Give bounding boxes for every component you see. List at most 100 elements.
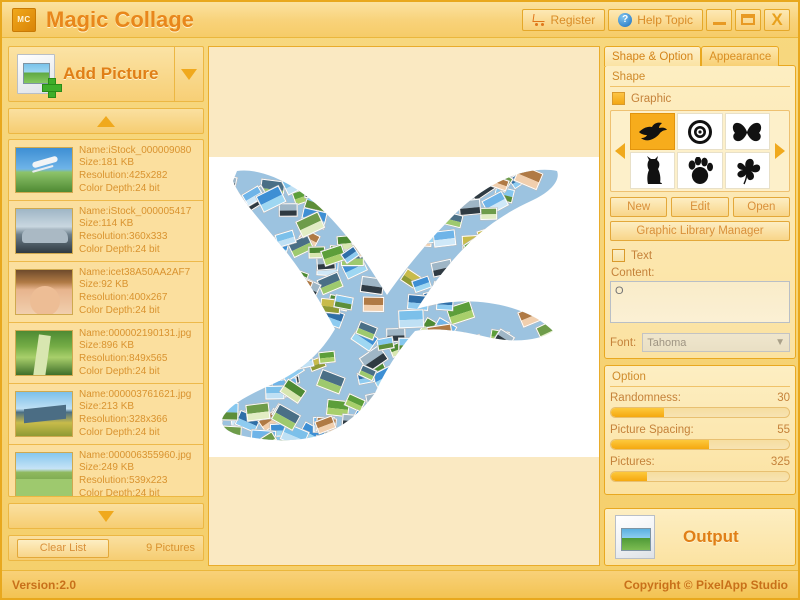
graphic-checkbox[interactable] <box>612 92 625 105</box>
pictures-slider[interactable] <box>610 471 790 482</box>
list-item-meta: Name:000006355960.jpg Size:249 KB Resolu… <box>79 449 192 496</box>
font-label: Font: <box>610 336 637 349</box>
right-arrow-icon <box>775 143 785 159</box>
option-group-title: Option <box>610 370 790 387</box>
graphic-checkbox-row[interactable]: Graphic <box>612 92 790 105</box>
minimize-icon <box>712 21 726 25</box>
graphic-library-manager-button[interactable]: Graphic Library Manager <box>610 221 790 241</box>
randomness-slider[interactable] <box>610 407 790 418</box>
graphic-clover[interactable] <box>724 152 770 189</box>
file-size: Size:181 KB <box>79 157 135 169</box>
list-item[interactable]: Name:000002190131.jpg Size:896 KB Resolu… <box>9 323 203 384</box>
file-color-depth: Color Depth:24 bit <box>79 182 160 194</box>
clear-list-button[interactable]: Clear List <box>17 538 109 558</box>
picture-list[interactable]: Name:iStock_000009080 Size:181 KB Resolu… <box>8 139 204 497</box>
text-checkbox[interactable] <box>612 249 625 262</box>
collage-canvas[interactable] <box>208 46 600 566</box>
bird-icon <box>638 122 667 140</box>
edit-graphic-button[interactable]: Edit <box>671 197 729 217</box>
chevron-down-icon <box>181 68 197 80</box>
graphic-paw-print[interactable] <box>677 152 723 189</box>
file-name: Name:000003761621.jpg <box>79 388 192 400</box>
help-topic-button[interactable]: ? Help Topic <box>608 8 703 31</box>
file-size: Size:213 KB <box>79 401 135 413</box>
file-color-depth: Color Depth:24 bit <box>79 365 160 377</box>
cart-icon <box>532 14 546 26</box>
list-item[interactable]: Name:icet38A50AA2AF7 Size:92 KB Resoluti… <box>9 262 203 323</box>
register-button[interactable]: Register <box>521 8 606 31</box>
graphic-butterfly[interactable] <box>724 113 770 150</box>
target-icon <box>687 119 712 144</box>
output-button[interactable]: Output <box>604 508 796 566</box>
thumbnail <box>15 452 73 496</box>
add-picture-label: Add Picture <box>63 64 159 83</box>
add-picture-row: Add Picture <box>8 46 204 102</box>
file-color-depth: Color Depth:24 bit <box>79 304 160 316</box>
list-footer: Clear List 9 Pictures <box>8 535 204 561</box>
minimize-button[interactable] <box>706 8 732 31</box>
tab-appearance[interactable]: Appearance <box>701 46 780 66</box>
file-name: Name:icet38A50AA2AF7 <box>79 266 191 278</box>
file-name: Name:iStock_000009080 <box>79 144 192 156</box>
picture-spacing-label: Picture Spacing: <box>610 424 694 436</box>
gallery-prev-button[interactable] <box>611 143 629 159</box>
file-color-depth: Color Depth:24 bit <box>79 243 160 255</box>
picture-icon <box>17 54 62 98</box>
list-scroll-down-button[interactable] <box>8 503 204 529</box>
content-label: Content: <box>611 267 655 279</box>
plus-icon <box>42 78 62 98</box>
help-topic-label: Help Topic <box>637 12 693 27</box>
version-label: Version:2.0 <box>12 577 77 592</box>
graphic-target[interactable] <box>677 113 723 150</box>
text-checkbox-row[interactable]: Text <box>612 249 790 262</box>
list-item[interactable]: Name:iStock_000005417 Size:114 KB Resolu… <box>9 201 203 262</box>
picture-spacing-value: 55 <box>777 424 790 436</box>
graphic-bird[interactable] <box>630 113 676 150</box>
file-resolution: Resolution:328x366 <box>79 414 168 425</box>
shape-group-title: Shape <box>610 70 790 87</box>
open-graphic-button[interactable]: Open <box>732 197 790 217</box>
file-resolution: Resolution:849x565 <box>79 353 168 364</box>
list-item[interactable]: Name:000003761621.jpg Size:213 KB Resolu… <box>9 384 203 445</box>
clover-icon <box>737 158 761 184</box>
font-row: Font: Tahoma ▼ <box>610 333 790 352</box>
content-input[interactable] <box>610 281 790 323</box>
graphic-cat[interactable] <box>630 152 676 189</box>
graphic-action-buttons: New Edit Open <box>610 197 790 217</box>
new-graphic-button[interactable]: New <box>610 197 668 217</box>
copyright-label: Copyright © PixelApp Studio <box>623 577 788 592</box>
file-name: Name:iStock_000005417 <box>79 205 192 217</box>
arrow-up-icon <box>97 115 115 127</box>
list-scroll-up-button[interactable] <box>8 108 204 134</box>
list-item[interactable]: Name:iStock_000009080 Size:181 KB Resolu… <box>9 140 203 201</box>
maximize-button[interactable] <box>735 8 761 31</box>
add-picture-dropdown-button[interactable] <box>175 47 203 101</box>
title-bar-buttons: Register ? Help Topic X <box>521 8 799 31</box>
font-select[interactable]: Tahoma ▼ <box>642 333 790 352</box>
randomness-value: 30 <box>777 392 790 404</box>
file-name: Name:000006355960.jpg <box>79 449 192 461</box>
paw-print-icon <box>688 156 713 184</box>
list-item[interactable]: Name:000006355960.jpg Size:249 KB Resolu… <box>9 445 203 496</box>
register-label: Register <box>550 12 596 27</box>
close-button[interactable]: X <box>764 8 790 31</box>
text-label: Text <box>631 249 653 262</box>
file-size: Size:249 KB <box>79 462 135 474</box>
picture-spacing-slider[interactable] <box>610 439 790 450</box>
file-resolution: Resolution:539x223 <box>79 475 168 486</box>
list-item-meta: Name:icet38A50AA2AF7 Size:92 KB Resoluti… <box>79 267 190 317</box>
right-panel: Shape & Option Appearance Shape Graphic <box>604 46 796 566</box>
picture-spacing-row: Picture Spacing: 55 <box>610 424 790 436</box>
tab-shape-option[interactable]: Shape & Option <box>604 46 702 66</box>
gallery-next-button[interactable] <box>771 143 789 159</box>
add-picture-button[interactable]: Add Picture <box>9 47 175 101</box>
list-item-meta: Name:iStock_000009080 Size:181 KB Resolu… <box>79 145 191 195</box>
application-window: MC Magic Collage Register ? Help Topic X <box>0 0 800 600</box>
randomness-row: Randomness: 30 <box>610 392 790 404</box>
collage-artboard[interactable] <box>209 157 599 457</box>
panel-tabs: Shape & Option Appearance <box>604 46 796 66</box>
thumbnail <box>15 147 73 193</box>
shape-group: Shape Graphic New Edit Open Graphic Libr… <box>604 65 796 359</box>
app-logo-icon: MC <box>12 7 36 32</box>
file-name: Name:000002190131.jpg <box>79 327 192 339</box>
